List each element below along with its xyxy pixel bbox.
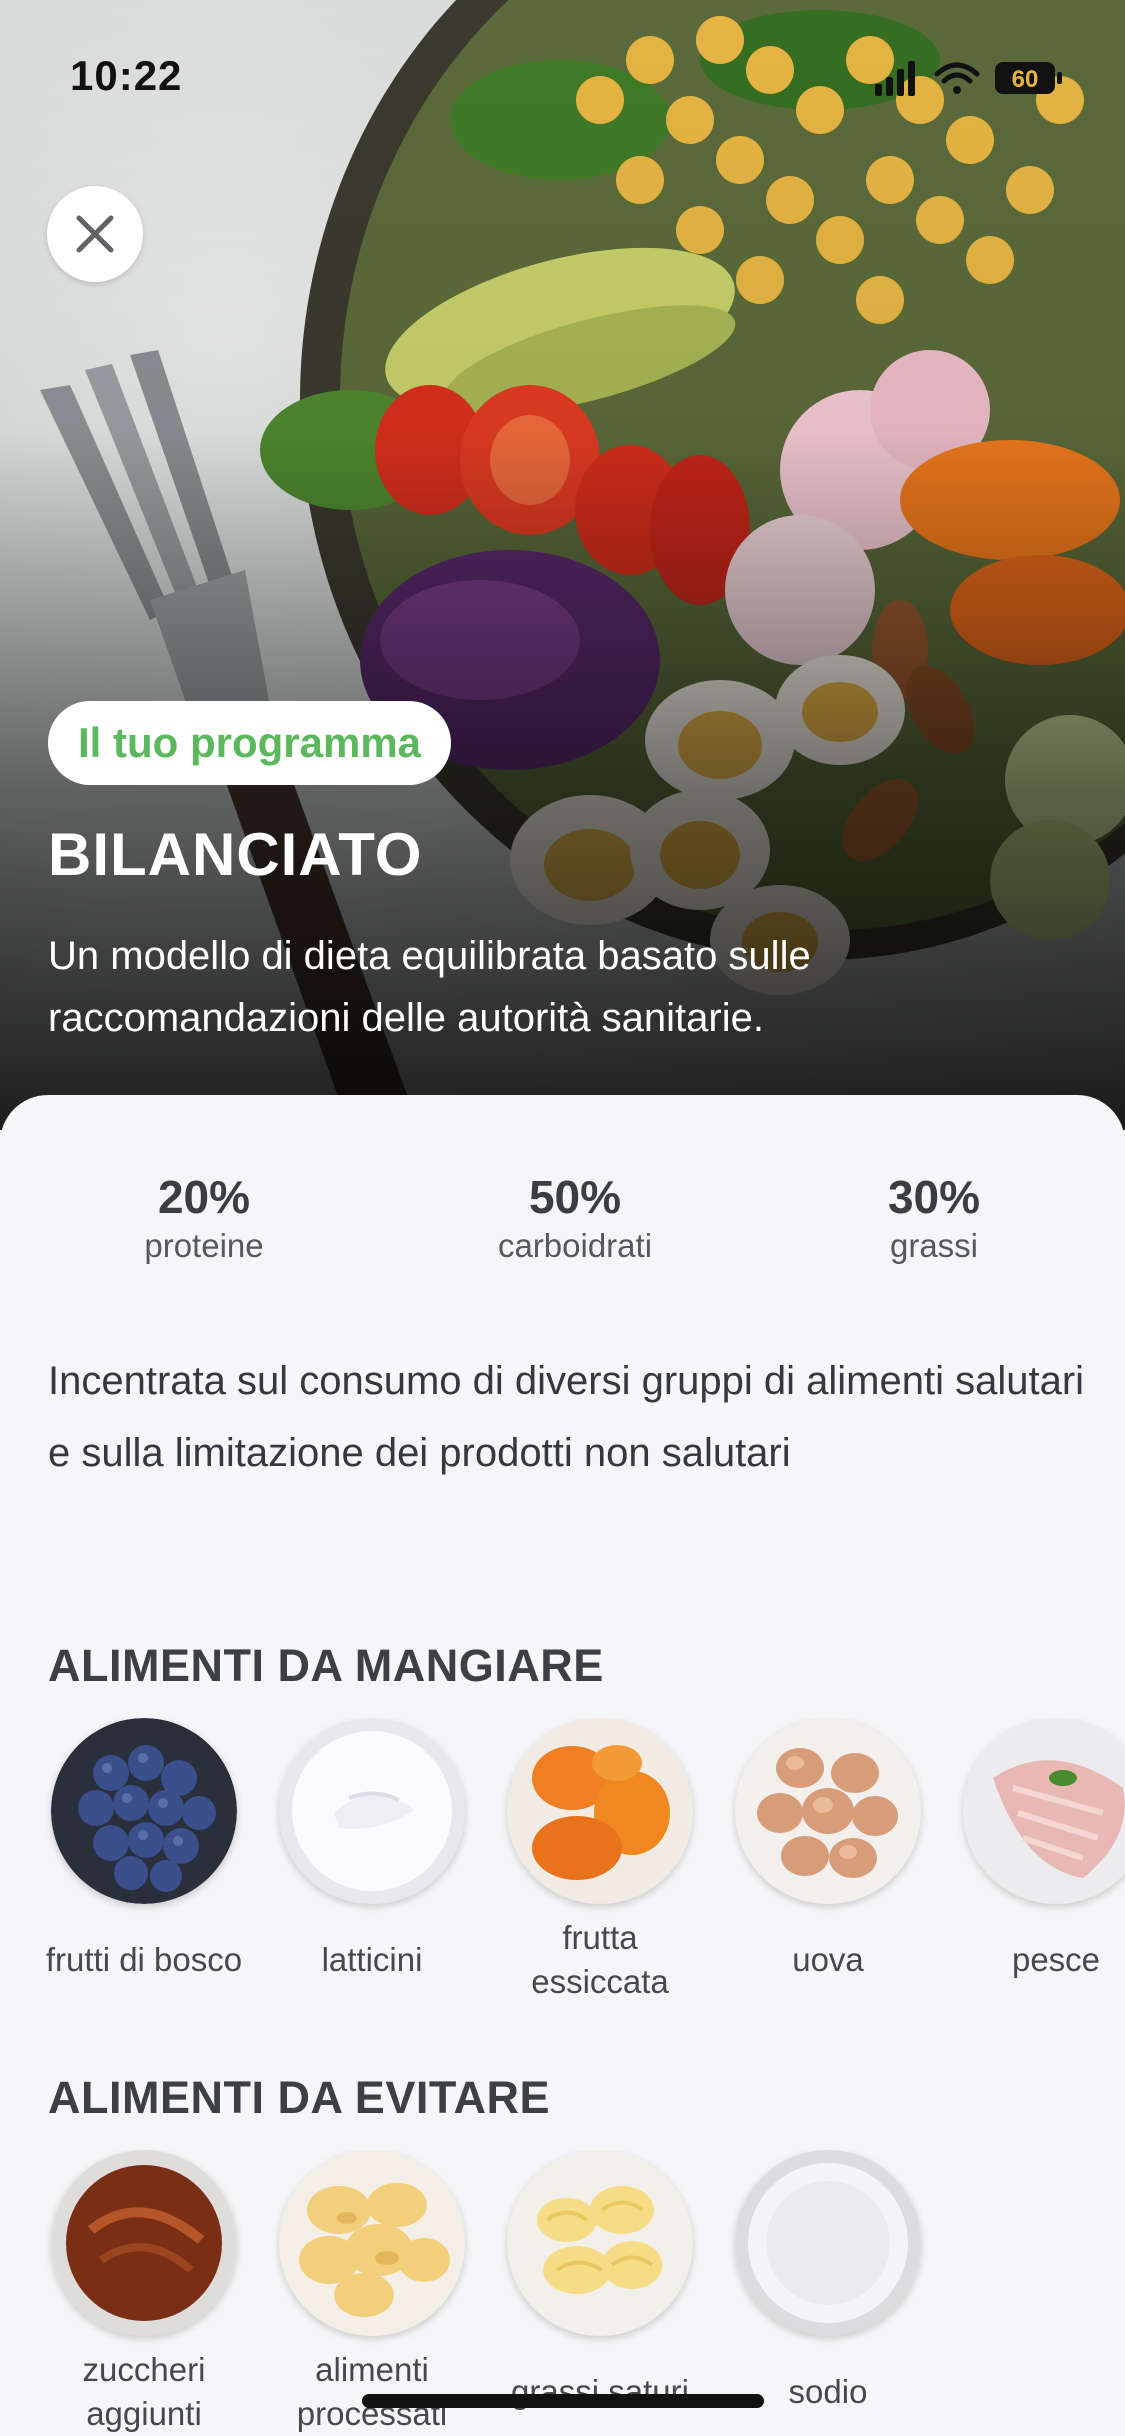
macro-label: proteine: [144, 1227, 264, 1264]
battery-level: 60: [1012, 66, 1039, 93]
macro-breakdown: 20% proteine 50% carboidrati 30% grassi: [0, 1170, 1125, 1280]
food-item-fish[interactable]: pesce: [956, 1718, 1125, 2004]
caramel-sauce-image: [51, 2150, 237, 2336]
macro-value: 20%: [157, 1171, 251, 1223]
cellular-signal-icon: [875, 61, 915, 96]
foods-to-eat-carousel[interactable]: frutti di bosco latticini frutta essicca…: [0, 1718, 1125, 2038]
hero-banner: 10:22 60 Il tuo programma BILANCIATO Un …: [0, 0, 1125, 1130]
food-label: zuccheri aggiunti: [82, 2351, 206, 2432]
salt-image: [735, 2150, 921, 2336]
food-item-eggs[interactable]: uova: [728, 1718, 928, 2004]
status-time: 10:22: [70, 52, 183, 99]
food-label: frutta essiccata: [531, 1919, 669, 2000]
blueberries-image: [51, 1718, 237, 1904]
program-description: Un modello di dieta equilibrata basato s…: [48, 934, 811, 1040]
butter-curls-image: [507, 2150, 693, 2336]
foods-to-avoid-title: ALIMENTI DA EVITARE: [48, 2072, 550, 2123]
food-label: grassi saturi: [511, 2373, 689, 2410]
food-label: alimenti processati: [296, 2351, 448, 2432]
close-icon: [76, 215, 114, 253]
food-label: frutti di bosco: [45, 1941, 243, 1978]
macro-carbs: 50% carboidrati: [425, 1170, 725, 1268]
potato-chips-image: [279, 2150, 465, 2336]
home-indicator[interactable]: [362, 2394, 764, 2408]
program-badge: Il tuo programma: [48, 701, 452, 785]
fish-fillet-image: [963, 1718, 1125, 1904]
macro-label: carboidrati: [497, 1227, 653, 1264]
program-details-sheet: 20% proteine 50% carboidrati 30% grassi …: [0, 1095, 1125, 2436]
macro-value: 50%: [528, 1171, 622, 1223]
food-label: pesce: [1011, 1941, 1101, 1978]
wifi-icon: [934, 62, 980, 94]
food-item-dried-fruit[interactable]: frutta essiccata: [500, 1718, 700, 2004]
food-label: sodio: [788, 2373, 868, 2410]
food-item-added-sugar[interactable]: zuccheri aggiunti: [44, 2150, 244, 2436]
status-bar: 10:22 60: [0, 0, 1125, 150]
macro-protein: 20% proteine: [54, 1170, 354, 1268]
foods-to-eat-title: ALIMENTI DA MANGIARE: [48, 1640, 604, 1691]
macro-label: grassi: [889, 1227, 979, 1264]
program-title: BILANCIATO: [48, 821, 423, 888]
yogurt-image: [279, 1718, 465, 1904]
status-icons: 60: [875, 61, 1062, 96]
food-item-dairy[interactable]: latticini: [272, 1718, 472, 2004]
food-label: latticini: [321, 1941, 423, 1978]
program-summary: Incentrata sul consumo di diversi gruppi…: [48, 1359, 1085, 1475]
dried-apricots-image: [507, 1718, 693, 1904]
macro-fat: 30% grassi: [784, 1170, 1084, 1268]
eggs-image: [735, 1718, 921, 1904]
macro-value: 30%: [887, 1171, 981, 1223]
food-item-berries[interactable]: frutti di bosco: [44, 1718, 244, 2004]
close-button[interactable]: [47, 186, 143, 282]
battery-icon: 60: [995, 62, 1062, 94]
food-label: uova: [792, 1941, 864, 1978]
